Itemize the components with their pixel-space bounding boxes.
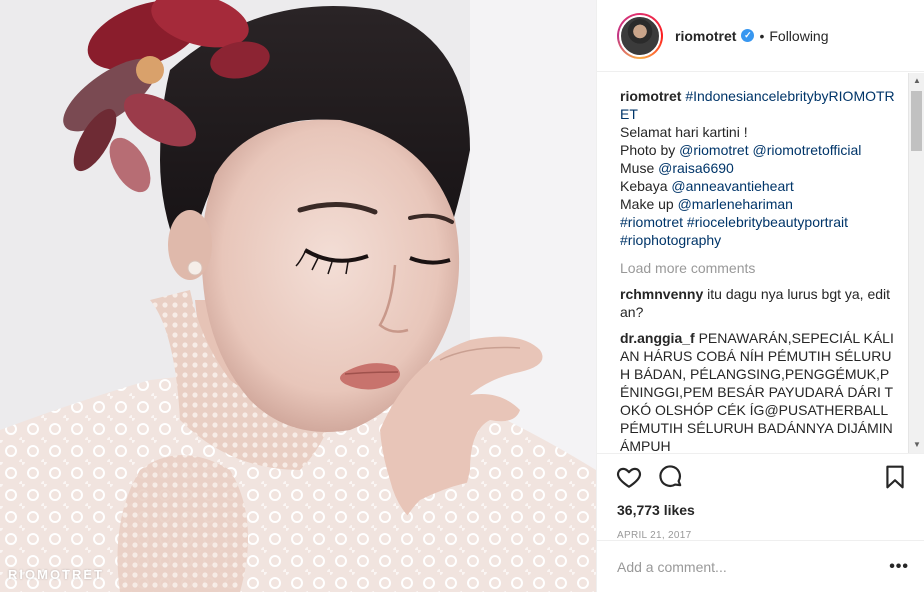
post-actions: 36,773 likes APRIL 21, 2017 [597,453,924,541]
mention-link[interactable]: @marlenehariman [678,196,793,212]
hashtag-link[interactable]: #riocelebritybeautyportrait [687,214,848,230]
verified-badge-icon: ✓ [741,29,755,42]
mention-link[interactable]: @riomotretofficial [753,142,862,158]
hashtag-link[interactable]: #riomotret [620,214,683,230]
following-button[interactable]: Following [769,28,828,44]
avatar-image [619,14,661,57]
caption-text: Muse [620,160,659,176]
heart-icon[interactable] [615,463,643,491]
mention-link[interactable]: @riomotret [679,142,748,158]
action-icons-row [615,462,909,492]
comments-list[interactable]: riomotret #IndonesiancelebritybyRIOMOTRE… [597,73,909,453]
caption: riomotret #IndonesiancelebritybyRIOMOTRE… [620,87,897,249]
caption-line-0: riomotret #IndonesiancelebritybyRIOMOTRE… [620,87,897,123]
caption-text: Make up [620,196,678,212]
comment-item: rchmnvenny itu dagu nya lurus bgt ya, ed… [620,285,897,321]
avatar[interactable] [617,12,663,59]
caption-username[interactable]: riomotret [620,88,681,104]
likes-count[interactable]: 36,773 likes [615,502,909,518]
comments-scrollbar[interactable]: ▲ ▼ [908,73,924,453]
comment-username[interactable]: dr.anggia_f [620,330,695,346]
scroll-up-arrow-icon[interactable]: ▲ [909,73,924,89]
caption-text: Photo by [620,142,680,158]
speech-bubble-icon[interactable] [657,463,685,491]
add-comment-bar: ••• [597,540,924,592]
load-more-comments-button[interactable]: Load more comments [620,259,897,277]
caption-line-5: Make up @marlenehariman [620,195,897,213]
post-header: riomotret ✓ • Following [597,0,924,72]
more-options-icon[interactable]: ••• [889,558,909,576]
caption-line-6: #riomotret #riocelebritybeautyportrait [620,213,897,231]
caption-text: Kebaya [620,178,672,194]
comment-username[interactable]: rchmnvenny [620,286,703,302]
header-separator: • [759,27,765,44]
caption-line-3: Muse @raisa6690 [620,159,897,177]
post-photo[interactable]: RIOMOTRET [0,0,596,592]
comment-item: dr.anggia_f PENAWARÁN,SEPECIÁL KÁLIAN HÁ… [620,329,897,453]
caption-line-4: Kebaya @anneavantieheart [620,177,897,195]
header-username[interactable]: riomotret [675,28,736,44]
caption-line-1: Selamat hari kartini ! [620,124,748,140]
photo-watermark: RIOMOTRET [8,567,104,582]
post-modal: RIOMOTRET riomotret ✓ • Following riomot… [0,0,924,592]
post-side-panel: riomotret ✓ • Following riomotret #Indon… [596,0,924,592]
mention-link[interactable]: @anneavantieheart [671,178,793,194]
caption-line-2: Photo by @riomotret @riomotretofficial [620,141,897,159]
add-comment-input[interactable] [617,558,890,575]
scrollbar-thumb[interactable] [911,91,922,151]
portrait-illustration [0,0,596,592]
caption-line-7: #riophotography [620,231,897,249]
comment-text: PENAWARÁN,SEPECIÁL KÁLIAN HÁRUS COBÁ NÍH… [620,330,894,453]
mention-link[interactable]: @raisa6690 [658,160,734,176]
hashtag-link[interactable]: #riophotography [620,232,721,248]
bookmark-icon[interactable] [881,463,909,491]
scroll-down-arrow-icon[interactable]: ▼ [909,437,924,453]
